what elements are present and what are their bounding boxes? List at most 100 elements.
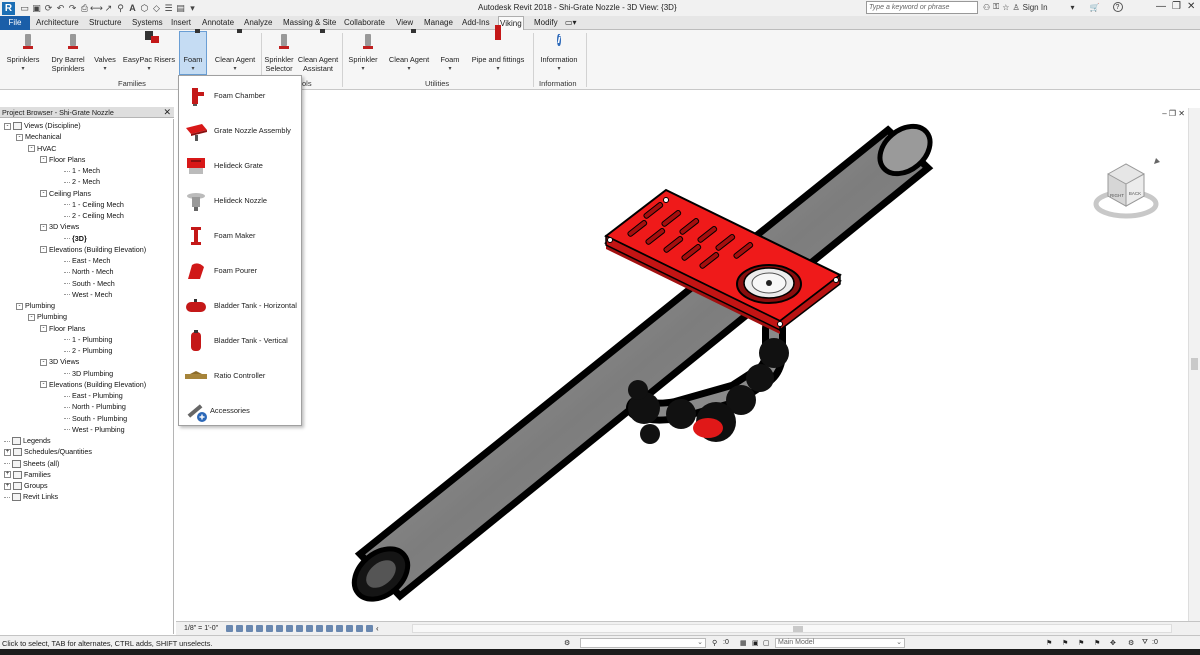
vertical-scrollbar[interactable] bbox=[1188, 108, 1200, 621]
redo-icon[interactable]: ↷ bbox=[67, 3, 78, 14]
tab-add-ins[interactable]: Add-Ins bbox=[461, 16, 491, 30]
viewcube-back-label[interactable]: BACK bbox=[1129, 191, 1141, 196]
horizontal-scrollbar[interactable] bbox=[412, 624, 1172, 633]
dry-barrel-sprinklers-button[interactable]: Dry Barrel Sprinklers bbox=[46, 32, 90, 73]
pipe-and-fittings-button[interactable]: Pipe and fittings ▾ bbox=[468, 25, 528, 73]
tree-node[interactable]: - Ceiling Plans bbox=[40, 188, 91, 199]
tree-node[interactable]: {3D} bbox=[64, 233, 87, 244]
easypac-risers-button[interactable]: EasyPac Risers ▾ bbox=[122, 31, 176, 73]
menu-item-accessories[interactable]: Accessories bbox=[180, 394, 300, 428]
temp-properties-icon[interactable] bbox=[336, 625, 343, 632]
background-process-icon[interactable]: ⚙ bbox=[1128, 639, 1134, 647]
reveal-constraints-icon[interactable] bbox=[366, 625, 373, 632]
tree-node[interactable]: + Groups bbox=[4, 480, 48, 491]
tree-node[interactable]: 2 - Mech bbox=[64, 176, 100, 187]
valves-button[interactable]: Valves ▾ bbox=[92, 32, 118, 73]
menu-item-foam-maker[interactable]: Foam Maker bbox=[180, 219, 300, 253]
tree-node[interactable]: + Schedules/Quantities bbox=[4, 446, 92, 457]
collapse-icon[interactable]: - bbox=[16, 302, 23, 310]
menu-item-grate-nozzle-assembly[interactable]: Grate Nozzle Assembly bbox=[180, 114, 300, 148]
collapse-icon[interactable]: - bbox=[40, 156, 47, 164]
collapse-icon[interactable]: - bbox=[28, 145, 35, 153]
sign-in-chevron-icon[interactable]: ▾ bbox=[1071, 3, 1075, 12]
tree-node[interactable]: -3D Views bbox=[40, 356, 79, 367]
save-icon[interactable]: ▣ bbox=[31, 3, 42, 14]
tree-node[interactable]: South - Plumbing bbox=[64, 413, 127, 424]
shadows-icon[interactable] bbox=[256, 625, 263, 632]
help-icon[interactable]: ? bbox=[1112, 2, 1123, 12]
foam-button[interactable]: Foam ▾ bbox=[179, 31, 207, 75]
revit-logo-icon[interactable]: R bbox=[2, 1, 15, 15]
tab-systems[interactable]: Systems bbox=[131, 16, 164, 30]
tree-node[interactable]: East - Mech bbox=[64, 255, 110, 266]
tree-node[interactable]: - HVAC bbox=[28, 143, 56, 154]
tab-insert[interactable]: Insert bbox=[170, 16, 192, 30]
rendering-icon[interactable] bbox=[266, 625, 273, 632]
minimize-view-icon[interactable]: – bbox=[1162, 109, 1166, 118]
tree-node[interactable]: + Families bbox=[4, 469, 51, 480]
tree-node[interactable]: West - Mech bbox=[64, 289, 112, 300]
expand-icon[interactable]: + bbox=[4, 482, 11, 490]
close-view-icon[interactable]: ✕ bbox=[1178, 109, 1185, 118]
drag-elements-icon[interactable]: ✥ bbox=[1110, 639, 1116, 647]
dimension-icon[interactable]: ↗ bbox=[103, 3, 114, 14]
thin-lines-icon[interactable]: ☰ bbox=[163, 3, 174, 14]
view-scale[interactable]: 1/8" = 1'-0" bbox=[184, 625, 218, 632]
tab-view[interactable]: View bbox=[395, 16, 414, 30]
tree-node[interactable]: Revit Links bbox=[4, 491, 58, 502]
editable-only-icon[interactable]: ⚲ bbox=[712, 639, 717, 647]
menu-item-foam-pourer[interactable]: Foam Pourer bbox=[180, 254, 300, 288]
collapse-icon[interactable]: - bbox=[40, 190, 47, 198]
tree-node[interactable]: 2 - Plumbing bbox=[64, 345, 112, 356]
highlight-displacement-icon[interactable] bbox=[356, 625, 363, 632]
tree-node[interactable]: - Floor Plans bbox=[40, 154, 85, 165]
tab-file[interactable]: File bbox=[0, 16, 30, 30]
menu-item-ratio-controller[interactable]: Ratio Controller bbox=[180, 359, 300, 393]
sync-icon[interactable]: ⟳ bbox=[43, 3, 54, 14]
open-icon[interactable]: ▭ bbox=[19, 3, 30, 14]
design-options-icon[interactable]: ▦ bbox=[740, 639, 747, 647]
clean-agent-assistant-button[interactable]: Clean Agent Assistant bbox=[297, 32, 339, 73]
tab-collaborate[interactable]: Collaborate bbox=[343, 16, 386, 30]
collapse-icon[interactable]: - bbox=[28, 313, 35, 321]
information-button[interactable]: i Information ▾ bbox=[537, 32, 581, 73]
measure-icon[interactable]: ⟷ bbox=[90, 3, 103, 14]
tree-node[interactable]: -3D Views bbox=[40, 221, 79, 232]
reveal-hidden-icon[interactable] bbox=[316, 625, 323, 632]
tab-viking[interactable]: Viking bbox=[498, 16, 524, 31]
expand-icon[interactable]: + bbox=[4, 471, 11, 479]
section-icon[interactable]: ◇ bbox=[151, 3, 162, 14]
scroll-thumb[interactable] bbox=[1191, 358, 1198, 370]
tab-manage[interactable]: Manage bbox=[423, 16, 454, 30]
select-underlay-icon[interactable]: ⚑ bbox=[1062, 639, 1068, 647]
switch-windows-icon[interactable]: ▤ bbox=[175, 3, 186, 14]
show-crop-icon[interactable] bbox=[286, 625, 293, 632]
main-pipe[interactable] bbox=[345, 117, 940, 610]
workset-selector[interactable]: ⌄ bbox=[580, 638, 706, 648]
collapse-icon[interactable]: - bbox=[40, 381, 47, 389]
close-window-icon[interactable]: ✕ bbox=[1187, 1, 1195, 12]
tree-node[interactable]: - Plumbing bbox=[16, 300, 55, 311]
analytical-model-icon[interactable] bbox=[346, 625, 353, 632]
tree-node[interactable]: 2 - Ceiling Mech bbox=[64, 210, 124, 221]
sign-in-link[interactable]: Sign In bbox=[1023, 3, 1048, 12]
tab-architecture[interactable]: Architecture bbox=[35, 16, 80, 30]
minimize-icon[interactable]: — bbox=[1156, 1, 1166, 12]
tree-node[interactable]: - Floor Plans bbox=[40, 323, 85, 334]
collapse-icon[interactable]: - bbox=[16, 133, 23, 141]
tree-node[interactable]: Sheets (all) bbox=[4, 458, 59, 469]
viewcube-right-label[interactable]: RIGHT bbox=[1110, 193, 1124, 198]
tree-node[interactable]: 1 - Plumbing bbox=[64, 334, 112, 345]
tree-node[interactable]: 3D Plumbing bbox=[64, 368, 113, 379]
tab-structure[interactable]: Structure bbox=[88, 16, 122, 30]
collapse-icon[interactable]: - bbox=[4, 122, 11, 130]
tree-node[interactable]: East - Plumbing bbox=[64, 390, 123, 401]
design-option-selector[interactable]: Main Model ⌄ bbox=[775, 638, 905, 648]
menu-item-bladder-tank-horizontal[interactable]: Bladder Tank - Horizontal bbox=[180, 289, 300, 323]
3d-viewport[interactable]: – ❐ ✕ RIGHT BACK bbox=[176, 108, 1188, 621]
tree-node[interactable]: - Plumbing bbox=[28, 311, 67, 322]
worksharing-icon[interactable] bbox=[326, 625, 333, 632]
collapse-icon[interactable]: - bbox=[40, 358, 47, 366]
filter-icon[interactable]: ⛛ bbox=[1142, 639, 1148, 647]
viewcube-rotate-icon[interactable] bbox=[1154, 158, 1160, 164]
